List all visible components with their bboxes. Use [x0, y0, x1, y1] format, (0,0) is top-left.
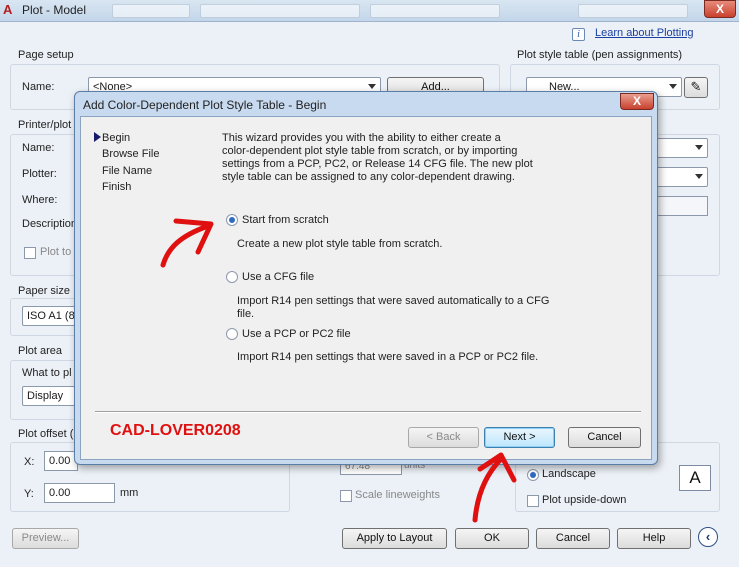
annotation-overlay	[160, 218, 517, 523]
annotation-arrow-to-next	[472, 452, 517, 523]
annotation-arrow-to-scratch	[160, 218, 214, 268]
